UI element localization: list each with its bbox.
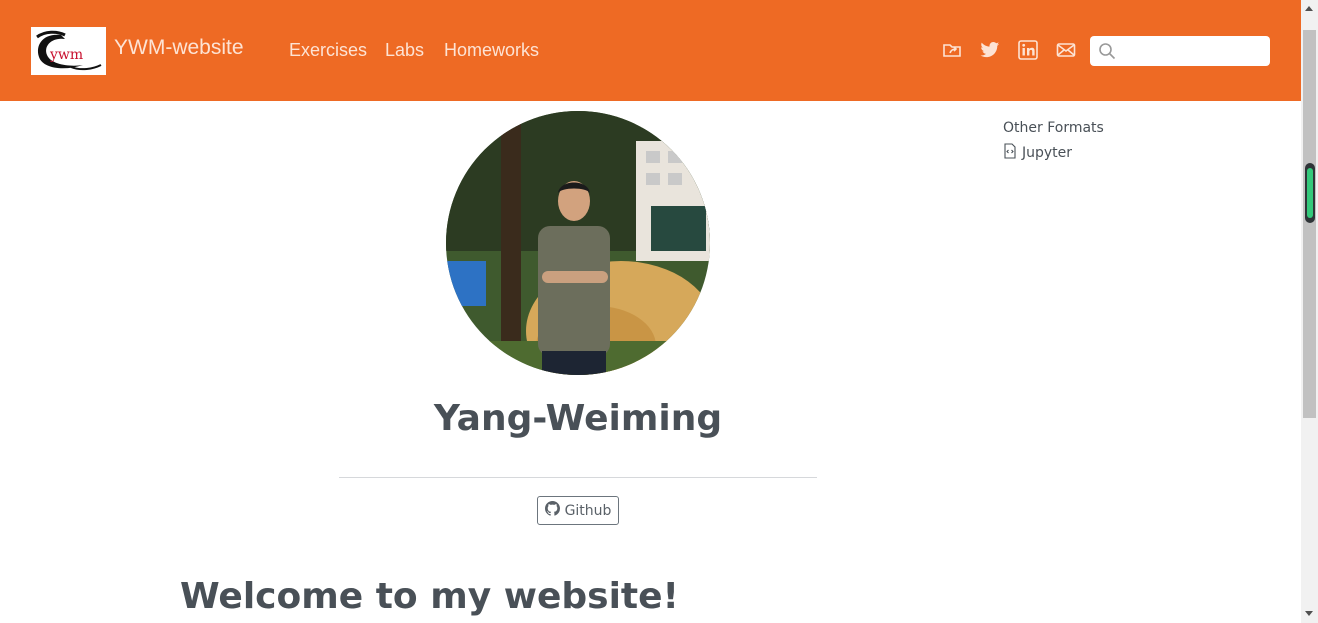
- github-icon: [544, 501, 560, 520]
- search-input[interactable]: [1120, 40, 1264, 64]
- github-button[interactable]: Github: [537, 496, 619, 525]
- envelope-icon[interactable]: [1056, 40, 1078, 62]
- profile-name: Yang-Weiming: [433, 398, 723, 439]
- search-icon: [1098, 42, 1116, 64]
- scroll-position-indicator: [1305, 163, 1315, 223]
- profile-avatar: [446, 111, 710, 375]
- other-formats-heading: Other Formats: [1003, 120, 1104, 136]
- scrollbar-thumb[interactable]: [1303, 30, 1316, 418]
- search-box[interactable]: [1090, 36, 1270, 66]
- jupyter-format-link[interactable]: Jupyter: [1003, 143, 1072, 163]
- github-label: Github: [564, 502, 612, 519]
- notebook-icon: [1003, 143, 1017, 163]
- scroll-up-arrow-icon[interactable]: [1305, 6, 1313, 11]
- jupyter-label: Jupyter: [1022, 145, 1073, 161]
- linkedin-icon[interactable]: [1018, 40, 1040, 62]
- nav-labs[interactable]: Labs: [385, 40, 424, 61]
- profile-divider: [339, 477, 817, 478]
- scroll-down-arrow-icon[interactable]: [1305, 611, 1313, 616]
- site-brand[interactable]: YWM-website: [114, 36, 244, 60]
- top-navbar: ywm YWM-website Exercises Labs Homeworks: [0, 0, 1301, 101]
- nav-homeworks[interactable]: Homeworks: [444, 40, 539, 61]
- nav-exercises[interactable]: Exercises: [289, 40, 367, 61]
- twitter-icon[interactable]: [980, 40, 1002, 62]
- folder-share-icon[interactable]: [942, 40, 964, 62]
- site-logo[interactable]: ywm: [31, 27, 106, 75]
- logo-text: ywm: [49, 47, 83, 63]
- vertical-scrollbar[interactable]: [1301, 0, 1318, 623]
- welcome-heading: Welcome to my website!: [180, 576, 679, 617]
